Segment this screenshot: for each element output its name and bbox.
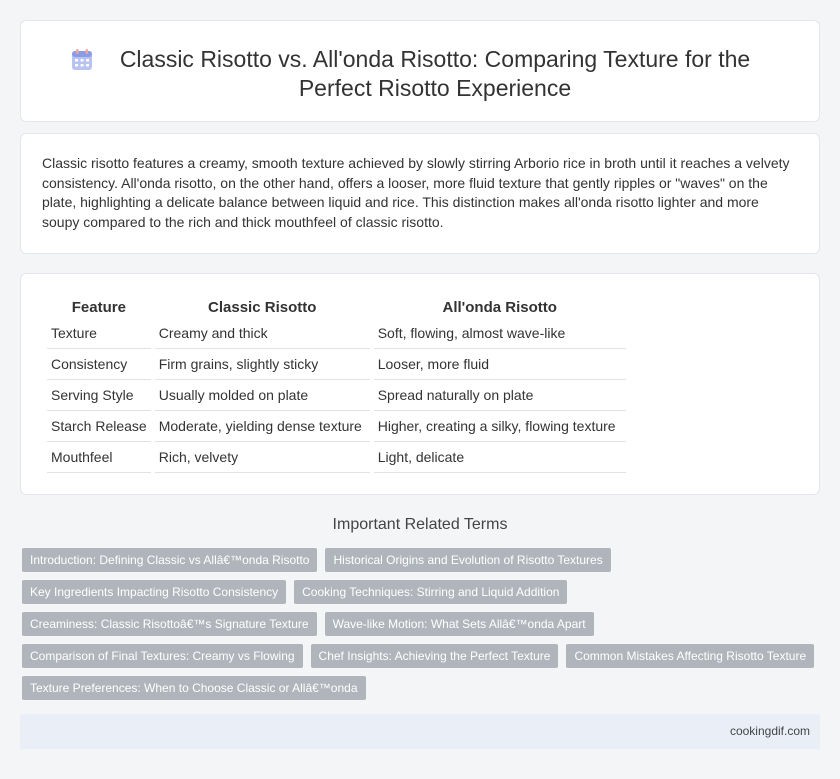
table-row: Mouthfeel Rich, velvety Light, delicate xyxy=(47,442,626,473)
cell-feature: Consistency xyxy=(47,349,151,380)
page-title: Classic Risotto vs. All'onda Risotto: Co… xyxy=(119,46,751,101)
related-term-tag[interactable]: Chef Insights: Achieving the Perfect Tex… xyxy=(310,644,559,668)
tag-row: Key Ingredients Impacting Risotto Consis… xyxy=(22,580,822,604)
footer: cookingdif.com xyxy=(20,714,820,749)
cell-classic: Moderate, yielding dense texture xyxy=(154,411,370,442)
cell-classic: Firm grains, slightly sticky xyxy=(154,349,370,380)
related-terms-list: Introduction: Defining Classic vs Allâ€™… xyxy=(22,548,822,708)
tag-row: Introduction: Defining Classic vs Allâ€™… xyxy=(22,548,822,572)
cell-allonda: Soft, flowing, almost wave-like xyxy=(373,318,626,349)
table-row: Serving Style Usually molded on plate Sp… xyxy=(47,380,626,411)
cell-classic: Rich, velvety xyxy=(154,442,370,473)
related-term-tag[interactable]: Key Ingredients Impacting Risotto Consis… xyxy=(22,580,287,604)
table-row: Starch Release Moderate, yielding dense … xyxy=(47,411,626,442)
table-row: Consistency Firm grains, slightly sticky… xyxy=(47,349,626,380)
related-term-tag[interactable]: Comparison of Final Textures: Creamy vs … xyxy=(22,644,303,668)
cell-classic: Creamy and thick xyxy=(154,318,370,349)
intro-paragraph: Classic risotto features a creamy, smoot… xyxy=(42,155,790,230)
related-terms-title: Important Related Terms xyxy=(332,516,508,533)
cell-allonda: Spread naturally on plate xyxy=(373,380,626,411)
cell-feature: Mouthfeel xyxy=(47,442,151,473)
cell-allonda: Looser, more fluid xyxy=(373,349,626,380)
tag-row: Comparison of Final Textures: Creamy vs … xyxy=(22,644,822,668)
cell-allonda: Light, delicate xyxy=(373,442,626,473)
comparison-card: Feature Classic Risotto All'onda Risotto… xyxy=(20,273,820,495)
footer-site-link[interactable]: cookingdif.com xyxy=(730,724,810,738)
related-term-tag[interactable]: Cooking Techniques: Stirring and Liquid … xyxy=(294,580,568,604)
intro-card: Classic risotto features a creamy, smoot… xyxy=(20,133,820,254)
cell-feature: Texture xyxy=(47,318,151,349)
comparison-table: Feature Classic Risotto All'onda Risotto… xyxy=(43,294,630,473)
cell-feature: Serving Style xyxy=(47,380,151,411)
header-feature: Feature xyxy=(71,298,126,316)
related-term-tag[interactable]: Historical Origins and Evolution of Riso… xyxy=(325,548,611,572)
cell-classic: Usually molded on plate xyxy=(154,380,370,411)
related-term-tag[interactable]: Texture Preferences: When to Choose Clas… xyxy=(22,676,366,700)
table-row: Texture Creamy and thick Soft, flowing, … xyxy=(47,318,626,349)
related-term-tag[interactable]: Wave-like Motion: What Sets Allâ€™onda A… xyxy=(324,612,594,636)
related-term-tag[interactable]: Creaminess: Classic Risottoâ€™s Signatur… xyxy=(22,612,317,636)
tag-row: Creaminess: Classic Risottoâ€™s Signatur… xyxy=(22,612,822,636)
header-classic: Classic Risotto xyxy=(208,298,317,316)
header-allonda: All'onda Risotto xyxy=(442,298,557,316)
related-term-tag[interactable]: Introduction: Defining Classic vs Allâ€™… xyxy=(22,548,318,572)
cell-feature: Starch Release xyxy=(47,411,151,442)
cell-allonda: Higher, creating a silky, flowing textur… xyxy=(373,411,626,442)
related-term-tag[interactable]: Common Mistakes Affecting Risotto Textur… xyxy=(566,644,815,668)
header-card: Classic Risotto vs. All'onda Risotto: Co… xyxy=(20,20,820,122)
tag-row: Texture Preferences: When to Choose Clas… xyxy=(22,676,822,700)
table-header-row: Feature Classic Risotto All'onda Risotto xyxy=(47,294,626,318)
